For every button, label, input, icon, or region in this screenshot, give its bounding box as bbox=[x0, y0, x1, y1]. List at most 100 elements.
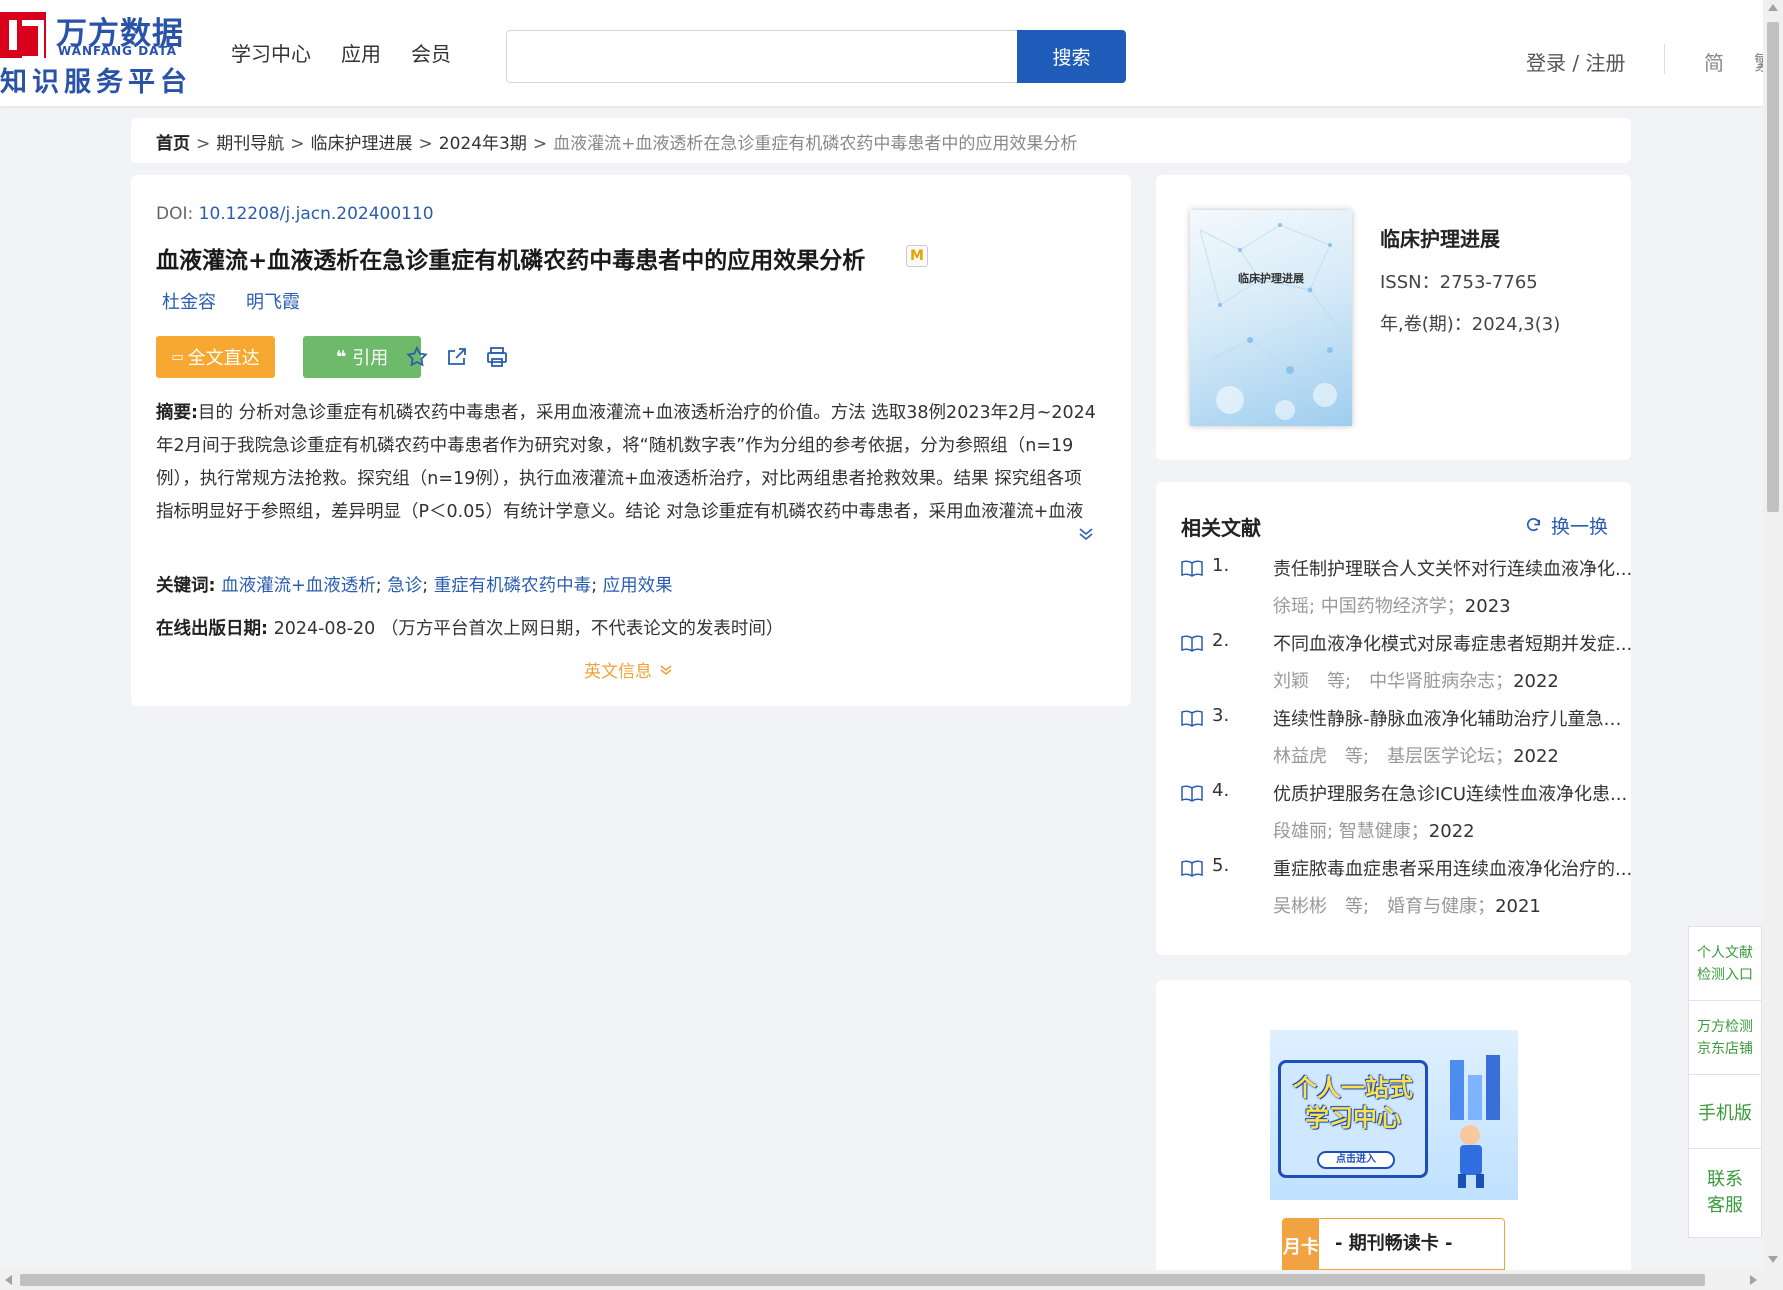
related-title[interactable]: 连续性静脉-静脉血液净化辅助治疗儿童急性... bbox=[1273, 705, 1633, 731]
refresh-icon bbox=[1526, 518, 1541, 532]
full-text-button[interactable]: ▭ 全文直达 bbox=[156, 336, 275, 378]
logo-mark-icon bbox=[0, 12, 46, 62]
related-heading: 相关文献 bbox=[1181, 516, 1261, 540]
journal-cover[interactable]: 临床护理进展 bbox=[1190, 210, 1352, 426]
journal-name[interactable]: 临床护理进展 bbox=[1380, 223, 1500, 252]
scroll-left-arrow-icon[interactable] bbox=[5, 1275, 12, 1285]
book-icon bbox=[1181, 785, 1203, 802]
side-label: 客服 bbox=[1707, 1195, 1743, 1216]
author-link[interactable]: 明飞霞 bbox=[246, 288, 300, 314]
breadcrumb-journal[interactable]: 临床护理进展 bbox=[311, 134, 413, 154]
pubdate-note: （万方平台首次上网日期，不代表论文的发表时间） bbox=[380, 619, 784, 639]
pubdate-label: 在线出版日期: bbox=[156, 619, 268, 639]
cite-button[interactable]: ❝ 引用 bbox=[303, 336, 421, 378]
related-title[interactable]: 重症脓毒血症患者采用连续血液净化治疗的... bbox=[1273, 855, 1633, 881]
keyword-link[interactable]: 应用效果 bbox=[603, 576, 673, 596]
promo-card: 个人一站式 学习中心 点击进入 月卡 - 期刊畅读卡 - bbox=[1156, 980, 1631, 1270]
related-source: 林益虎 等; 基层医学论坛； bbox=[1273, 746, 1514, 767]
english-info-toggle[interactable]: 英文信息 bbox=[584, 657, 674, 682]
lang-traditional-toggle[interactable]: 繁 bbox=[1754, 47, 1763, 76]
nav-learning-center[interactable]: 学习中心 bbox=[231, 38, 311, 67]
jd-store-link[interactable]: 万方检测 京东店铺 bbox=[1689, 1001, 1761, 1075]
banner-enter-button[interactable]: 点击进入 bbox=[1317, 1151, 1395, 1169]
book-icon bbox=[1181, 635, 1203, 652]
related-title[interactable]: 责任制护理联合人文关怀对行连续血液净化... bbox=[1273, 555, 1633, 581]
free-doc-icon: ▭ bbox=[171, 349, 184, 365]
doi-label: DOI: bbox=[156, 204, 194, 224]
mobile-version-link[interactable]: 手机版 bbox=[1689, 1075, 1761, 1149]
search-button[interactable]: 搜索 bbox=[1017, 30, 1126, 83]
item-number: 3. bbox=[1212, 705, 1230, 726]
breadcrumb-issue[interactable]: 2024年3期 bbox=[439, 134, 527, 154]
publish-date: 在线出版日期: 2024-08-20 （万方平台首次上网日期，不代表论文的发表时… bbox=[156, 615, 783, 640]
scrollbar-corner bbox=[1763, 1270, 1783, 1290]
keyword-link[interactable]: 重症有机磷农药中毒 bbox=[434, 576, 592, 596]
keyword-link[interactable]: 血液灌流+血液透析 bbox=[221, 576, 376, 596]
print-icon[interactable] bbox=[485, 345, 509, 369]
related-source: 刘颖 等; 中华肾脏病杂志； bbox=[1273, 671, 1514, 692]
favorite-star-icon[interactable] bbox=[405, 345, 429, 369]
abstract-text: 目的 分析对急诊重症有机磷农药中毒患者，采用血液灌流+血液透析治疗的价值。方法 … bbox=[156, 403, 1096, 522]
expand-abstract-icon[interactable] bbox=[1077, 525, 1095, 543]
banner-line2: 学习中心 bbox=[1305, 1104, 1401, 1132]
vertical-scroll-thumb[interactable] bbox=[1767, 22, 1779, 512]
top-header: 万方数据 WANFANG DATA 知识服务平台 学习中心 应用 会员 搜索 登… bbox=[0, 0, 1763, 106]
related-meta: 吴彬彬 等; 婚育与健康；2021 bbox=[1273, 892, 1541, 918]
scroll-up-arrow-icon[interactable] bbox=[1768, 4, 1778, 11]
floating-sidebar: 个人文献 检测入口 万方检测 京东店铺 手机版 联系 客服 bbox=[1688, 926, 1762, 1238]
list-item[interactable]: 4. 优质护理服务在急诊ICU连续性血液净化患... 段雄丽; 智慧健康；202… bbox=[1181, 780, 1627, 855]
keywords-label: 关键词: bbox=[156, 576, 216, 596]
list-item[interactable]: 5. 重症脓毒血症患者采用连续血液净化治疗的... 吴彬彬 等; 婚育与健康；2… bbox=[1181, 855, 1632, 930]
doi-link[interactable]: 10.12208/j.jacn.202400110 bbox=[199, 204, 434, 224]
lang-simplified-toggle[interactable]: 简 bbox=[1704, 47, 1724, 76]
author-link[interactable]: 杜金容 bbox=[162, 288, 216, 314]
main-nav: 学习中心 应用 会员 bbox=[231, 38, 451, 67]
share-icon[interactable] bbox=[445, 345, 469, 369]
plagiarism-check-entry[interactable]: 个人文献 检测入口 bbox=[1689, 927, 1761, 1001]
book-icon bbox=[1181, 560, 1203, 577]
book-icon bbox=[1181, 710, 1203, 727]
scroll-down-arrow-icon[interactable] bbox=[1768, 1256, 1778, 1263]
refresh-button[interactable]: 换一换 bbox=[1524, 512, 1608, 539]
keyword-link[interactable]: 急诊 bbox=[387, 576, 422, 596]
breadcrumb-journal-nav[interactable]: 期刊导航 bbox=[216, 134, 284, 154]
list-item[interactable]: 1. 责任制护理联合人文关怀对行连续血液净化... 徐瑶; 中国药物经济学；20… bbox=[1181, 555, 1632, 630]
banner-line1: 个人一站式 bbox=[1293, 1074, 1413, 1102]
related-title[interactable]: 优质护理服务在急诊ICU连续性血液净化患... bbox=[1273, 780, 1633, 806]
journal-reading-card[interactable]: 月卡 - 期刊畅读卡 - bbox=[1282, 1218, 1505, 1270]
keywords: 关键词: 血液灌流+血液透析; 急诊; 重症有机磷农药中毒; 应用效果 bbox=[156, 576, 673, 596]
related-meta: 段雄丽; 智慧健康；2022 bbox=[1273, 817, 1475, 843]
logo-subtitle: 知识服务平台 bbox=[0, 67, 192, 98]
wanfang-logo[interactable]: 万方数据 WANFANG DATA 知识服务平台 bbox=[0, 8, 200, 98]
horizontal-scroll-thumb[interactable] bbox=[20, 1274, 1705, 1286]
author-list: 杜金容 明飞霞 bbox=[162, 288, 300, 314]
related-source: 段雄丽; 智慧健康； bbox=[1273, 821, 1429, 842]
login-register-link[interactable]: 登录 / 注册 bbox=[1526, 47, 1625, 76]
list-item[interactable]: 3. 连续性静脉-静脉血液净化辅助治疗儿童急性... 林益虎 等; 基层医学论坛… bbox=[1181, 705, 1633, 780]
related-year: 2021 bbox=[1495, 896, 1541, 917]
pubdate-value: 2024-08-20 bbox=[273, 619, 376, 639]
horizontal-scrollbar[interactable] bbox=[0, 1270, 1763, 1290]
related-year: 2022 bbox=[1428, 821, 1475, 842]
list-item[interactable]: 2. 不同血液净化模式对尿毒症患者短期并发症... 刘颖 等; 中华肾脏病杂志；… bbox=[1181, 630, 1632, 705]
related-list: 1. 责任制护理联合人文关怀对行连续血液净化... 徐瑶; 中国药物经济学；20… bbox=[1181, 555, 1633, 930]
breadcrumb-separator: > bbox=[532, 134, 548, 154]
related-year: 2022 bbox=[1513, 746, 1559, 767]
item-number: 5. bbox=[1212, 855, 1230, 876]
m-badge-icon[interactable]: M bbox=[906, 245, 928, 267]
learning-center-banner[interactable]: 个人一站式 学习中心 点击进入 bbox=[1270, 1030, 1518, 1200]
related-source: 徐瑶; 中国药物经济学； bbox=[1273, 596, 1465, 617]
customer-service-link[interactable]: 联系 客服 bbox=[1689, 1149, 1761, 1237]
banner-illustration bbox=[1450, 1055, 1500, 1188]
nav-membership[interactable]: 会员 bbox=[411, 38, 451, 67]
scroll-right-arrow-icon[interactable] bbox=[1750, 1275, 1757, 1285]
side-label: 京东店铺 bbox=[1697, 1040, 1753, 1057]
breadcrumb-home[interactable]: 首页 bbox=[156, 134, 190, 154]
side-label: 个人文献 bbox=[1697, 944, 1753, 961]
related-title[interactable]: 不同血液净化模式对尿毒症患者短期并发症... bbox=[1273, 630, 1633, 656]
breadcrumb-current: 血液灌流+血液透析在急诊重症有机磷农药中毒患者中的应用效果分析 bbox=[553, 134, 1078, 154]
vertical-scrollbar[interactable] bbox=[1763, 0, 1783, 1270]
search-input[interactable] bbox=[506, 30, 1017, 83]
book-icon bbox=[1181, 860, 1203, 877]
nav-apps[interactable]: 应用 bbox=[341, 38, 381, 67]
